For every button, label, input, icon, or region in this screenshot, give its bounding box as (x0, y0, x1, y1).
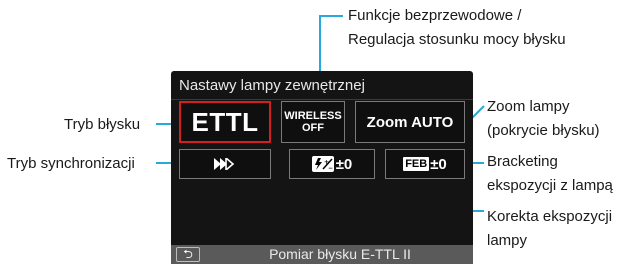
wireless-state: OFF (302, 122, 324, 134)
feb-callout-label-2: ekspozycji z lampą (487, 177, 613, 194)
flash-exposure-comp-icon: + − (311, 156, 334, 172)
metering-mode-text: Pomiar błysku E-TTL II (269, 246, 411, 262)
flash-mode-value: ETTL (191, 106, 259, 137)
fec-callout-label-1: Korekta ekspozycji (487, 208, 613, 225)
feb-badge: FEB (403, 157, 430, 171)
feb-callout-label-1: Bracketing (487, 153, 558, 170)
svg-text:−: − (328, 165, 333, 172)
sync-mode-button[interactable] (179, 149, 271, 179)
zoom-callout-label-1: Zoom lampy (487, 98, 570, 115)
title-divider (171, 99, 473, 100)
feb-button[interactable]: FEB ±0 (385, 149, 465, 179)
flash-exposure-comp-button[interactable]: + − ±0 (289, 149, 375, 179)
wireless-callout-label-2: Regulacja stosunku mocy błysku (348, 31, 566, 48)
menu-title: Nastawy lampy zewnętrznej (179, 77, 365, 94)
high-speed-sync-icon (214, 158, 235, 170)
footer-bar: ⮌ Pomiar błysku E-TTL II (171, 245, 473, 264)
back-icon[interactable]: ⮌ (176, 247, 200, 262)
feb-value: ±0 (430, 155, 447, 173)
zoom-button[interactable]: Zoom AUTO (355, 101, 465, 143)
flash-settings-screen: Nastawy lampy zewnętrznej ETTL WIRELESS … (171, 71, 473, 264)
sync-mode-callout-label: Tryb synchronizacji (7, 155, 135, 172)
wireless-label: WIRELESS (284, 110, 342, 122)
wireless-callout-label-1: Funkcje bezprzewodowe / (348, 7, 522, 24)
flash-mode-button[interactable]: ETTL (179, 101, 271, 143)
flash-mode-callout-label: Tryb błysku (64, 116, 141, 133)
zoom-callout-label-2: (pokrycie błysku) (487, 122, 600, 139)
wireless-button[interactable]: WIRELESS OFF (281, 101, 345, 143)
zoom-value: Zoom AUTO (366, 113, 454, 131)
fec-callout-label-2: lampy (487, 232, 528, 249)
flash-exposure-comp-value: ±0 (335, 155, 353, 173)
